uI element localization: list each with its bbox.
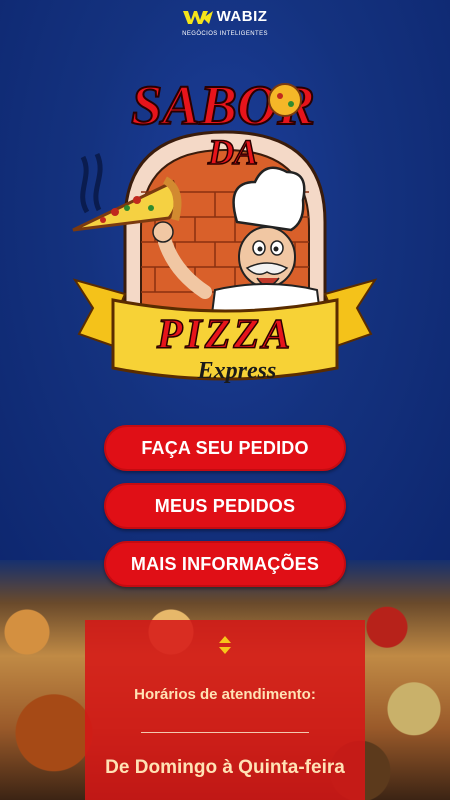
more-info-button[interactable]: MAIS INFORMAÇÕES <box>104 541 346 587</box>
brand-header: WABIZ NEGÓCIOS INTELIGENTES <box>0 8 450 37</box>
wabiz-logo-icon <box>182 10 213 24</box>
expand-collapse-arrows-icon[interactable] <box>217 634 233 656</box>
hours-days: De Domingo à Quinta-feira <box>105 757 345 778</box>
brand-tagline: NEGÓCIOS INTELIGENTES <box>182 30 268 37</box>
brand-name: WABIZ <box>216 8 268 25</box>
hours-label: Horários de atendimento: <box>134 686 316 703</box>
order-button[interactable]: FAÇA SEU PEDIDO <box>104 425 346 471</box>
my-orders-button[interactable]: MEUS PEDIDOS <box>104 483 346 529</box>
divider <box>141 732 309 733</box>
logo-line2: DA <box>207 132 258 172</box>
sabor-da-pizza-logo: SABOR DA PIZZA Express <box>72 74 378 384</box>
logo-line4: Express <box>197 358 277 384</box>
logo-line3: PIZZA <box>156 312 293 358</box>
info-panel: Horários de atendimento: De Domingo à Qu… <box>85 620 365 800</box>
